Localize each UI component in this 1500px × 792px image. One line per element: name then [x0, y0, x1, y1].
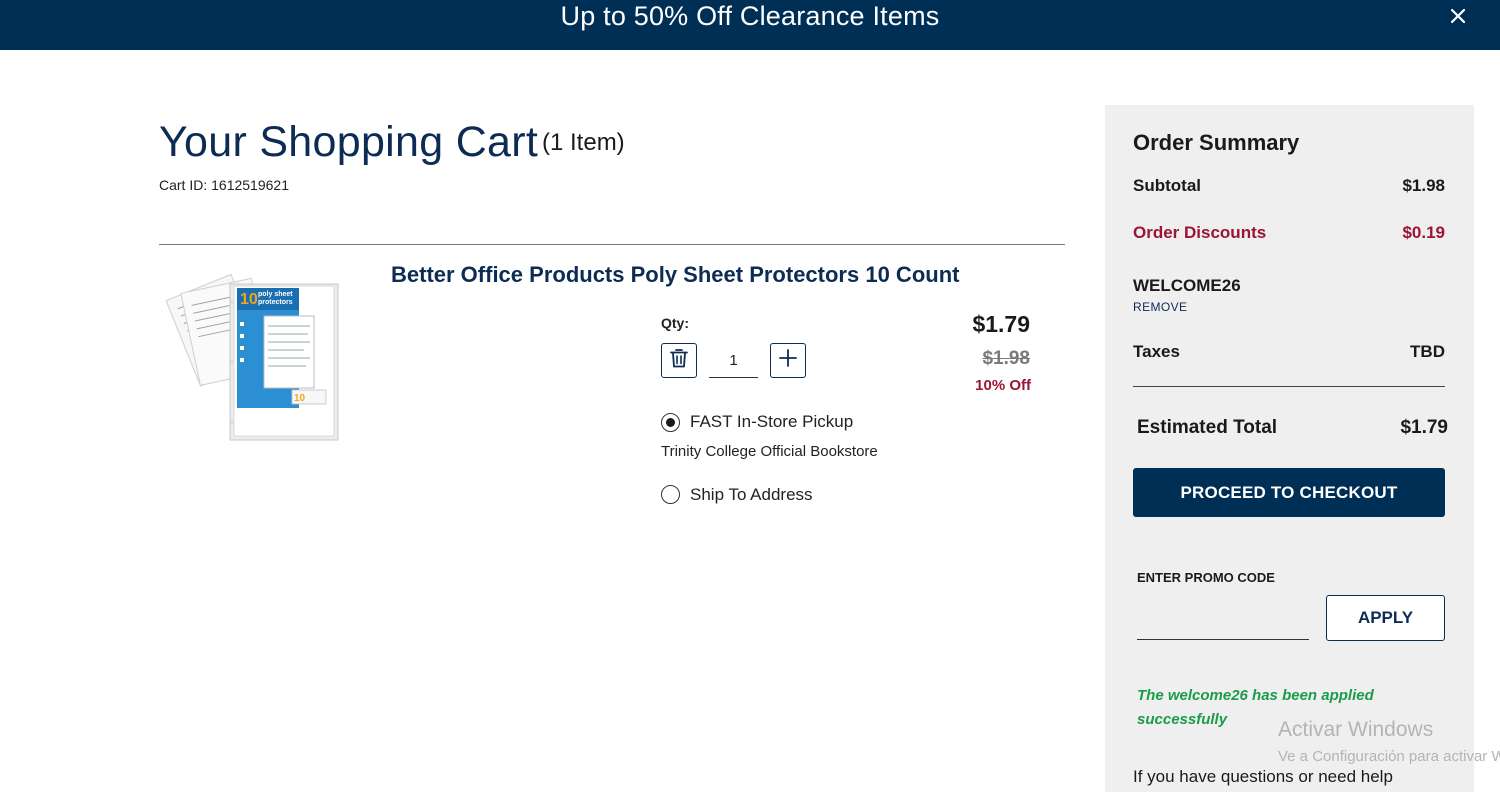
apply-promo-button[interactable]: APPLY	[1326, 595, 1445, 641]
promo-banner[interactable]: Up to 50% Off Clearance Items	[0, 0, 1500, 50]
close-icon[interactable]	[1448, 6, 1468, 26]
estimated-total-value: $1.79	[1400, 417, 1448, 438]
svg-text:protectors: protectors	[258, 299, 293, 306]
trash-icon	[670, 348, 688, 373]
pickup-radio[interactable]	[661, 413, 680, 432]
page: Up to 50% Off Clearance Items Your Shopp…	[0, 0, 1500, 792]
summary-divider	[1133, 386, 1445, 387]
increase-qty-button[interactable]	[770, 343, 806, 378]
remove-promo-link[interactable]: REMOVE	[1133, 300, 1187, 314]
cart-item-count: (1 Item)	[542, 129, 625, 156]
plus-icon	[779, 349, 797, 372]
order-summary-title: Order Summary	[1133, 130, 1300, 155]
proceed-to-checkout-button[interactable]: PROCEED TO CHECKOUT	[1133, 468, 1445, 517]
svg-text:10: 10	[240, 291, 258, 308]
item-price: $1.79	[972, 311, 1030, 337]
pickup-store-name: Trinity College Official Bookstore	[661, 443, 878, 460]
radio-selected-dot	[666, 418, 675, 427]
svg-text:poly sheet: poly sheet	[258, 291, 293, 298]
ship-to-address-radio[interactable]	[661, 485, 680, 504]
banner-text[interactable]: Up to 50% Off Clearance Items	[561, 1, 940, 32]
quantity-input[interactable]	[709, 344, 758, 378]
qty-label: Qty:	[661, 315, 689, 331]
page-title: Your Shopping Cart	[159, 118, 539, 166]
help-text: If you have questions or need help	[1133, 767, 1393, 786]
item-original-price: $1.98	[982, 348, 1030, 369]
cart-id: Cart ID: 1612519621	[159, 177, 289, 193]
remove-item-button[interactable]	[661, 343, 697, 378]
item-discount-badge: 10% Off	[975, 377, 1031, 394]
taxes-value: TBD	[1410, 342, 1445, 361]
promo-code-input[interactable]	[1137, 602, 1309, 640]
product-image[interactable]: 10 poly sheet protectors 10	[160, 262, 342, 444]
subtotal-label: Subtotal	[1133, 176, 1201, 195]
applied-promo-code: WELCOME26	[1133, 276, 1241, 295]
estimated-total-label: Estimated Total	[1137, 417, 1278, 438]
windows-watermark-title: Activar Windows	[1278, 718, 1434, 741]
pickup-label[interactable]: FAST In-Store Pickup	[690, 412, 853, 432]
taxes-label: Taxes	[1133, 342, 1180, 361]
divider	[159, 244, 1065, 245]
order-discounts-value: $0.19	[1402, 223, 1445, 242]
ship-to-address-label[interactable]: Ship To Address	[690, 485, 813, 505]
subtotal-value: $1.98	[1402, 176, 1445, 195]
svg-text:10: 10	[294, 393, 306, 404]
product-title-link[interactable]: Better Office Products Poly Sheet Protec…	[391, 262, 959, 288]
windows-watermark-subtitle: Ve a Configuración para activar Windows.	[1278, 748, 1500, 765]
promo-code-label: ENTER PROMO CODE	[1137, 570, 1275, 585]
order-discounts-label: Order Discounts	[1133, 223, 1267, 242]
